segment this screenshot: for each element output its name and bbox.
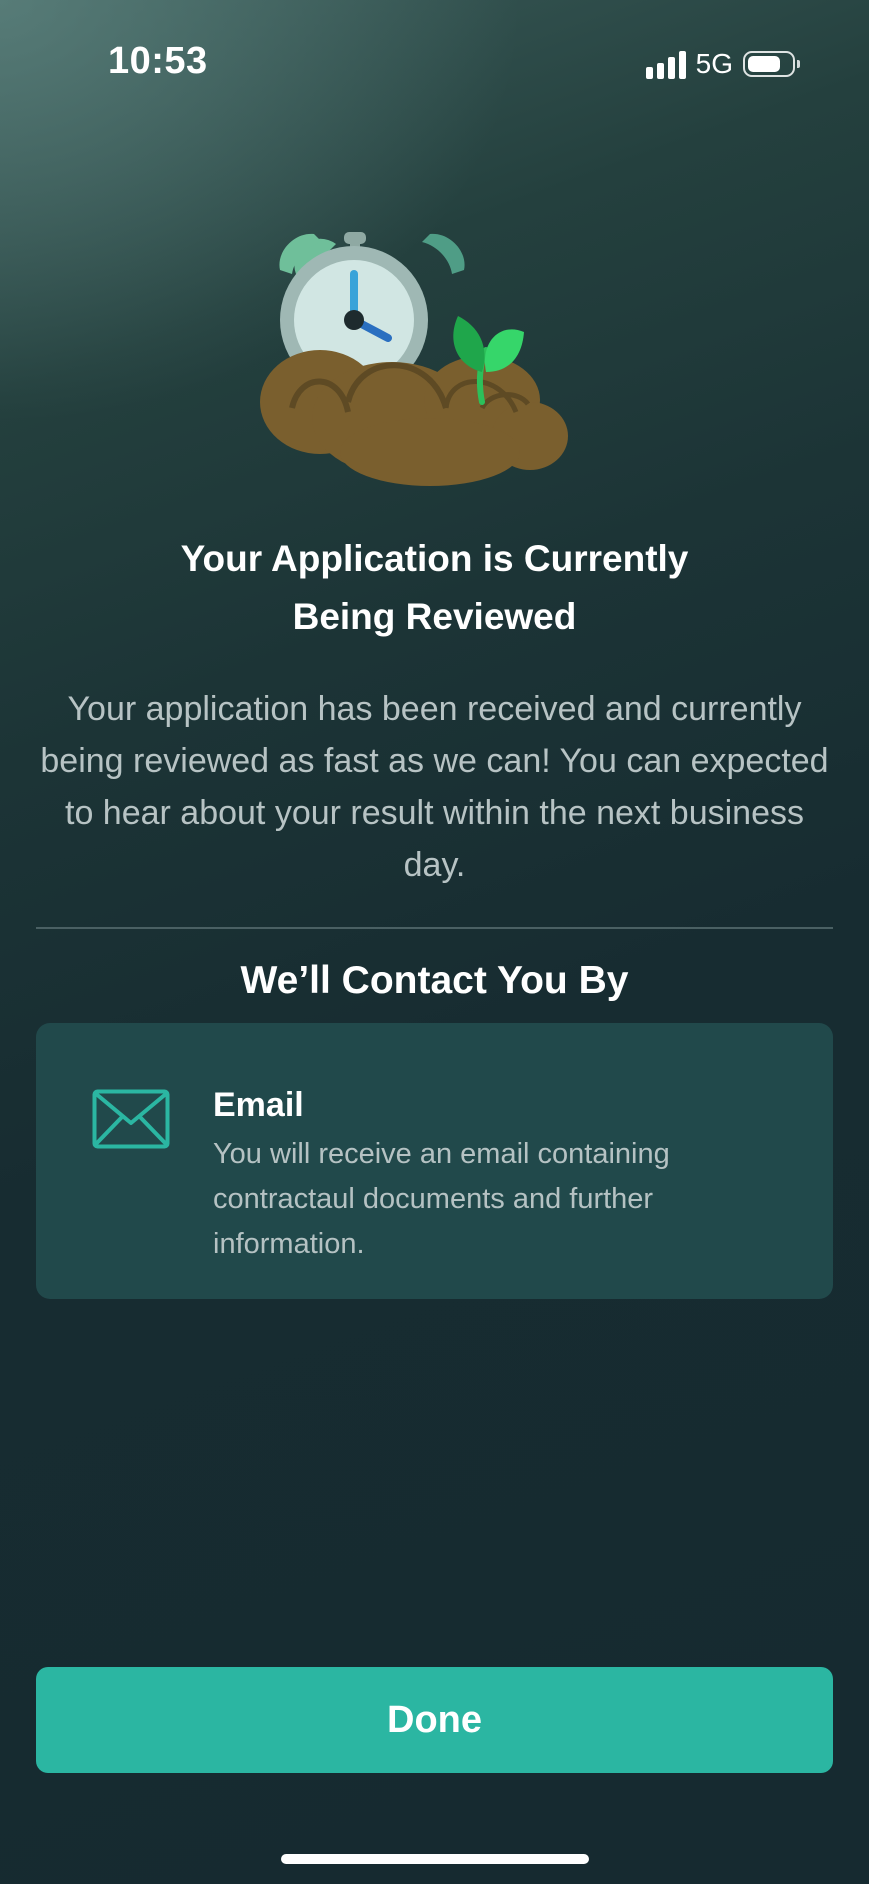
- battery-icon: [743, 51, 800, 77]
- contact-method-card-email: Email You will receive an email containi…: [36, 1023, 833, 1299]
- envelope-icon: [92, 1089, 170, 1149]
- network-type-label: 5G: [695, 48, 733, 79]
- section-divider: [36, 927, 833, 929]
- cellular-signal-icon: [645, 49, 686, 79]
- review-description: Your application has been received and c…: [40, 690, 829, 884]
- status-bar-indicators: 5G: [645, 46, 800, 82]
- contact-heading: We’ll Contact You By: [240, 959, 629, 1002]
- contact-method-title: Email: [213, 1086, 304, 1124]
- done-button[interactable]: Done: [36, 1667, 833, 1773]
- application-review-screen: 10:53 5G Your Application is Currently B…: [0, 0, 869, 1884]
- contact-method-description: You will receive an email containing con…: [213, 1138, 670, 1260]
- home-indicator[interactable]: [281, 1854, 589, 1864]
- page-title-line-2: Being Reviewed: [292, 596, 577, 637]
- alarm-clock-sprout-illustration: [260, 232, 568, 486]
- page-title-line-1: Your Application is Currently: [180, 538, 689, 579]
- page-title: Your Application is Currently Being Revi…: [60, 530, 809, 646]
- status-time: 10:53: [108, 40, 208, 82]
